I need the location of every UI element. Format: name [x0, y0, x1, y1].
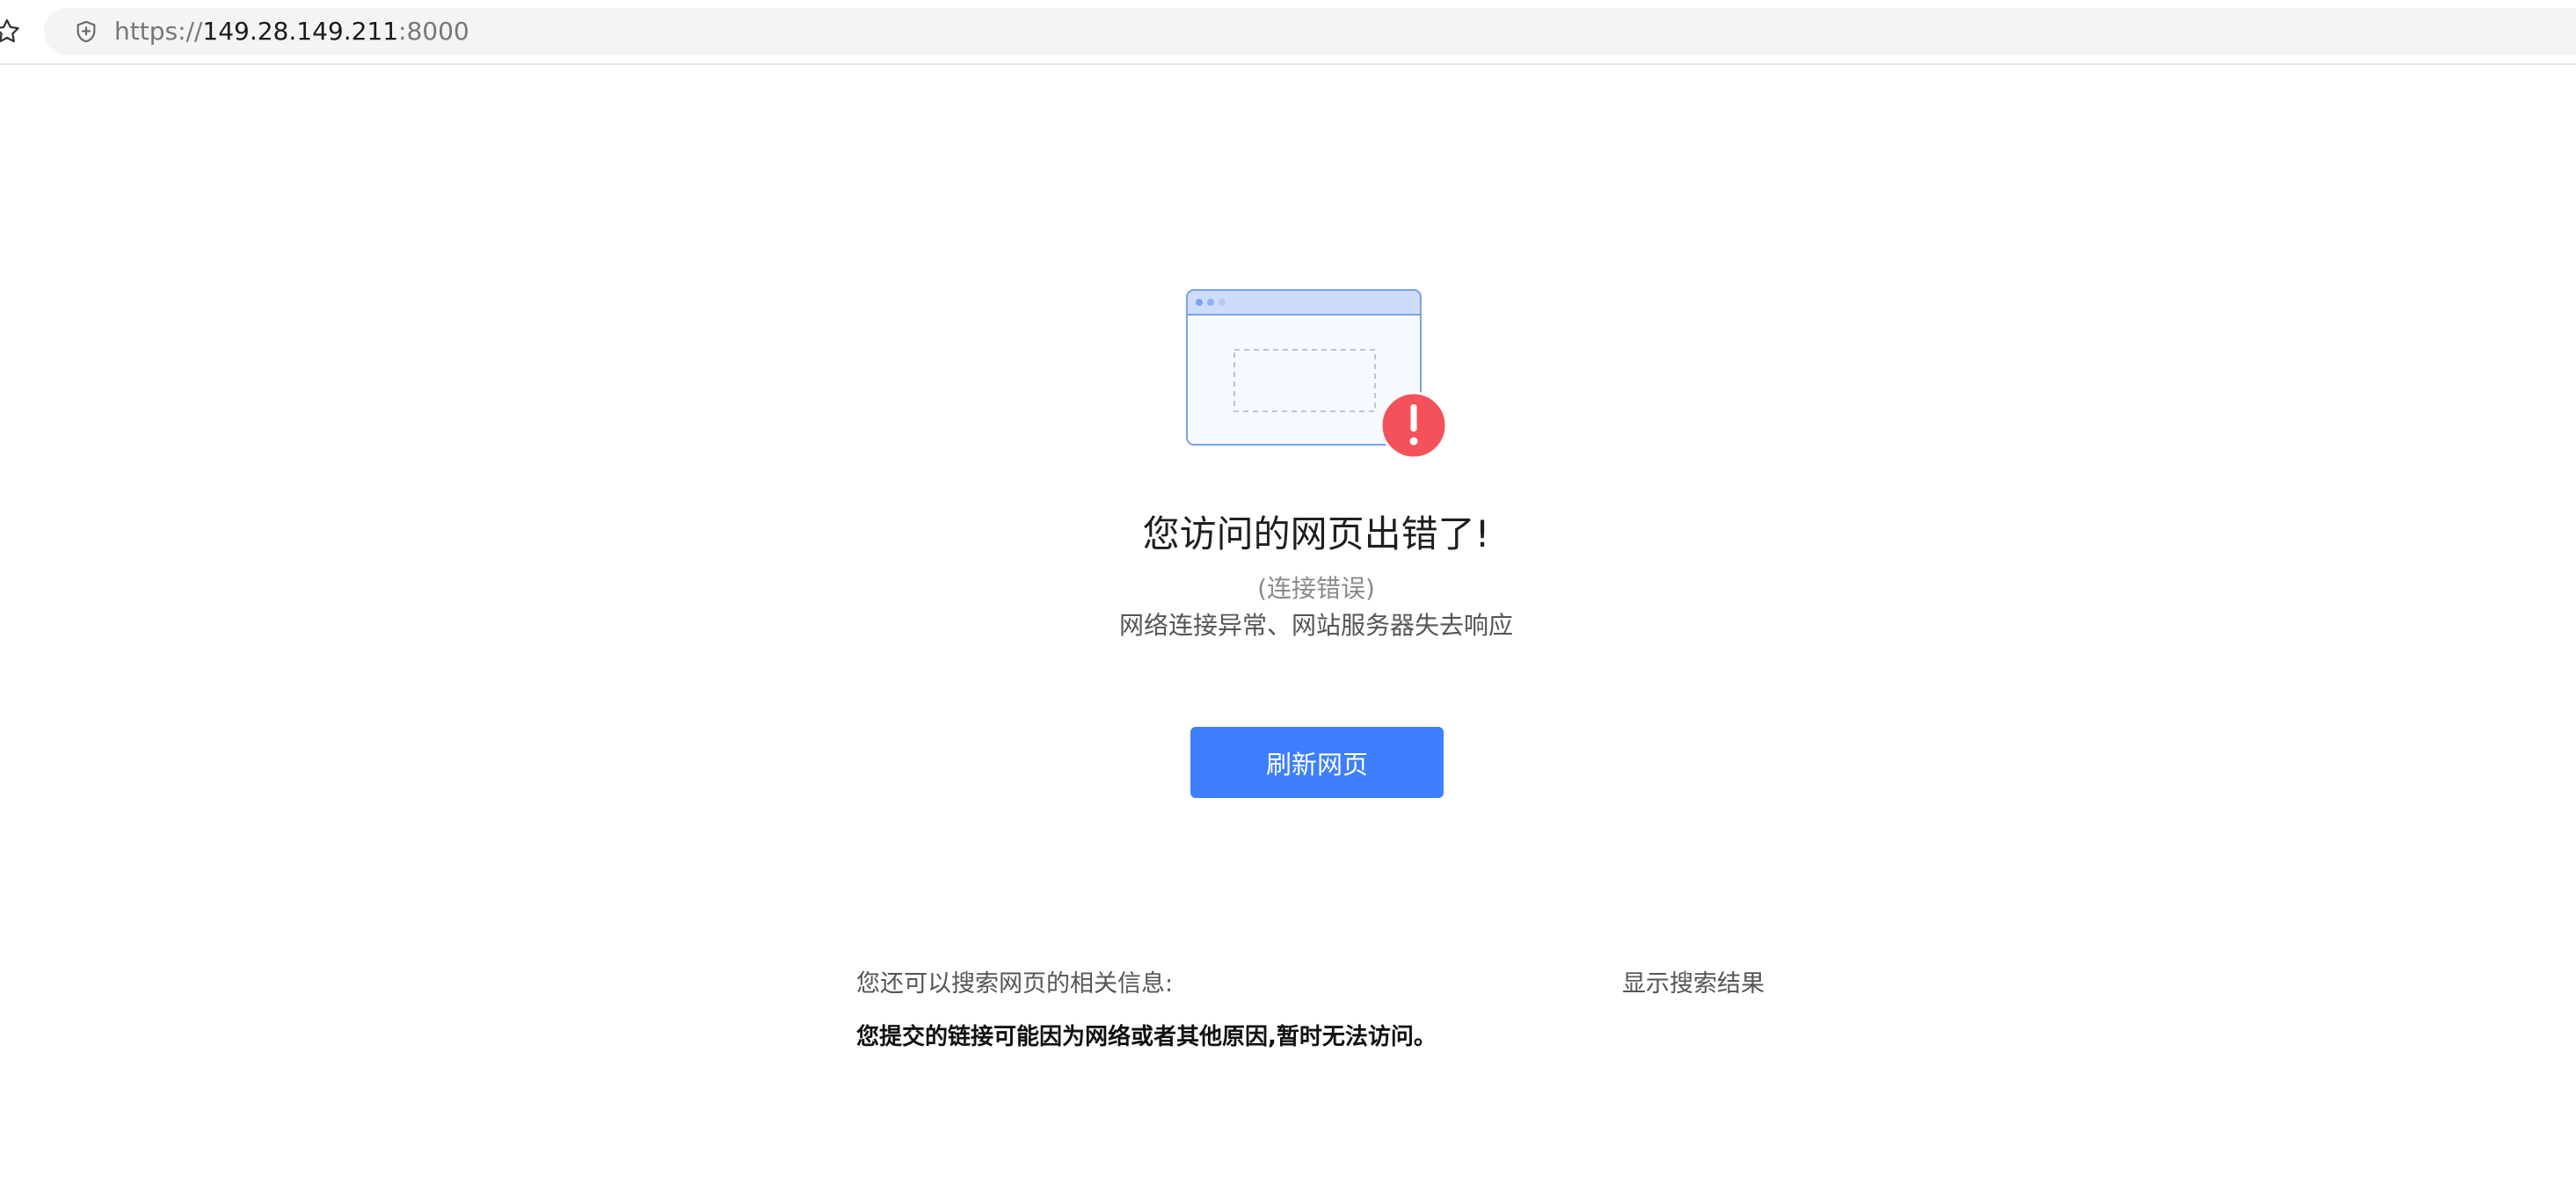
- bookmark-star-icon[interactable]: [0, 12, 26, 51]
- shield-icon[interactable]: [74, 19, 98, 44]
- url-port: :8000: [398, 17, 469, 46]
- search-hint: 您还可以搜索网页的相关信息:: [856, 970, 1174, 998]
- exclamation-icon: [1379, 391, 1448, 460]
- show-search-results-link[interactable]: 显示搜索结果: [1622, 967, 1765, 1002]
- url-text[interactable]: https://149.28.149.211:8000: [114, 8, 469, 55]
- address-bar[interactable]: https://149.28.149.211:8000: [44, 8, 2576, 55]
- error-description: 网络连接异常、网站服务器失去响应: [1118, 611, 1513, 640]
- result-message: 您提交的链接可能因为网络或者其他原因,暂时无法访问。: [856, 1024, 1437, 1050]
- url-host: 149.28.149.211: [202, 17, 399, 46]
- browser-toolbar: https://149.28.149.211:8000: [0, 0, 2576, 65]
- url-scheme: https://: [114, 17, 203, 46]
- refresh-page-button[interactable]: 刷新网页: [1190, 727, 1444, 798]
- error-subtitle: (连接错误): [1257, 574, 1375, 603]
- browser-window-error-icon: [1186, 289, 1448, 460]
- error-title: 您访问的网页出错了!: [1142, 512, 1490, 555]
